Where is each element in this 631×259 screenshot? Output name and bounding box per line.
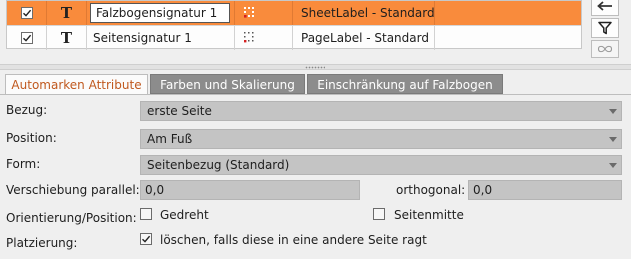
list-row-seitensignatur[interactable]: T Seitensignatur 1 PageLabel - Standard	[7, 25, 581, 50]
enable-checkbox[interactable]	[21, 7, 33, 19]
position-label: Position:	[6, 131, 57, 145]
chevron-down-icon	[609, 109, 617, 114]
checkmark-icon	[23, 34, 32, 42]
checkmark-icon	[142, 235, 151, 243]
seitenmitte-label[interactable]: Seitenmitte	[394, 208, 464, 222]
checkmark-icon	[23, 9, 32, 17]
type-cell: T	[47, 26, 87, 50]
type-cell: T	[47, 1, 87, 25]
list-row-falzbogensignatur[interactable]: T Falzbogensignatur 1 SheetLabel - Stand…	[7, 1, 581, 25]
loeschen-checkbox[interactable]	[140, 233, 152, 245]
arrow-left-icon	[597, 1, 612, 11]
loeschen-label[interactable]: löschen, falls diese in eine andere Seit…	[160, 233, 427, 247]
orthogonal-value: 0,0	[473, 183, 493, 197]
mark-cell	[235, 1, 293, 25]
link-button[interactable]	[591, 40, 619, 58]
orientierung-label: Orientierung/Position:	[6, 211, 137, 225]
infinity-icon	[597, 45, 613, 53]
back-button[interactable]	[591, 0, 619, 16]
funnel-icon	[598, 21, 612, 35]
label-text: SheetLabel - Standard	[301, 6, 435, 20]
form-select[interactable]: Seitenbezug (Standard)	[140, 155, 622, 175]
mark-cell	[235, 26, 293, 50]
tab-automarken-attribute[interactable]: Automarken Attribute	[5, 74, 148, 95]
form-value: Seitenbezug (Standard)	[147, 158, 290, 172]
gedreht-checkbox[interactable]	[140, 208, 152, 220]
bezug-value: erste Seite	[147, 104, 212, 118]
chevron-down-icon	[609, 137, 617, 142]
filter-button[interactable]	[591, 18, 619, 38]
text-type-icon: T	[60, 29, 73, 47]
name-edit-field[interactable]: Falzbogensignatur 1	[90, 3, 230, 23]
seitenmitte-checkbox[interactable]	[373, 208, 385, 220]
platzierung-label: Platzierung:	[6, 236, 78, 250]
bezug-label: Bezug:	[6, 103, 48, 117]
form-label: Form:	[6, 157, 41, 171]
empty-cell	[435, 1, 581, 25]
automark-list: T Falzbogensignatur 1 SheetLabel - Stand…	[6, 0, 582, 50]
label-cell: SheetLabel - Standard	[293, 1, 435, 25]
name-cell[interactable]: Falzbogensignatur 1	[87, 1, 235, 25]
pane-splitter[interactable]	[0, 64, 631, 70]
position-value: Am Fuß	[147, 132, 193, 146]
parallel-value: 0,0	[145, 183, 165, 197]
name-cell[interactable]: Seitensignatur 1	[87, 26, 235, 50]
chevron-down-icon	[609, 163, 617, 168]
splitter-grip-icon[interactable]	[305, 66, 325, 69]
text-type-icon: T	[60, 4, 73, 22]
parallel-input[interactable]: 0,0	[140, 180, 360, 200]
name-text: Seitensignatur 1	[93, 31, 192, 45]
page-mark-icon	[244, 32, 254, 43]
verschiebung-label: Verschiebung parallel:	[6, 183, 140, 197]
tab-divider	[0, 94, 631, 95]
enable-cell	[7, 26, 47, 50]
enable-checkbox[interactable]	[21, 32, 33, 44]
tab-einschraenkung-auf-falzbogen[interactable]: Einschränkung auf Falzbogen	[307, 74, 503, 94]
empty-cell	[435, 26, 581, 50]
enable-cell	[7, 1, 47, 25]
bezug-select[interactable]: erste Seite	[140, 101, 622, 121]
tab-farben-und-skalierung[interactable]: Farben und Skalierung	[150, 74, 305, 94]
orthogonal-label: orthogonal:	[396, 183, 466, 197]
orthogonal-input[interactable]: 0,0	[468, 180, 622, 200]
sheet-mark-icon	[244, 7, 254, 18]
position-select[interactable]: Am Fuß	[140, 129, 622, 149]
gedreht-label[interactable]: Gedreht	[160, 208, 209, 222]
label-text: PageLabel - Standard	[301, 31, 429, 45]
label-cell: PageLabel - Standard	[293, 26, 435, 50]
